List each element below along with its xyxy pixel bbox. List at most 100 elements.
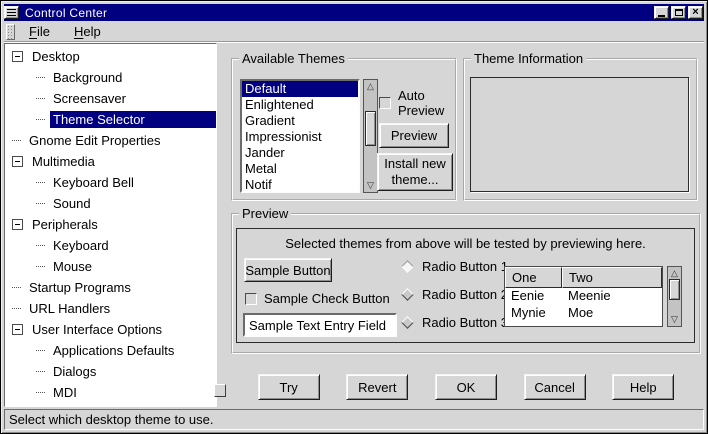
scroll-down-icon[interactable]: ▽	[668, 313, 681, 325]
sidebar-item-label: Peripherals	[29, 216, 101, 233]
sidebar-item-multimedia[interactable]: Multimedia	[5, 151, 216, 172]
tree-connector-icon	[12, 140, 21, 141]
ok-button[interactable]: OK	[435, 374, 497, 400]
close-button[interactable]: ×	[688, 6, 703, 19]
tree-connector-icon	[12, 308, 21, 309]
radio-radio-button-1[interactable]: Radio Button 1	[403, 252, 508, 280]
menu-bar: File Help	[4, 22, 704, 42]
sidebar-item-label: Background	[50, 69, 125, 86]
radio-diamond-icon[interactable]	[401, 260, 414, 273]
column-header-two[interactable]: Two	[562, 267, 662, 288]
checkbox-icon[interactable]	[245, 293, 257, 305]
column-header-one[interactable]: One	[505, 267, 562, 288]
sidebar-item-url-handlers[interactable]: URL Handlers	[5, 298, 216, 319]
table-row[interactable]: EenieMeenie	[505, 288, 662, 305]
auto-preview-checkbox[interactable]: Auto Preview	[379, 88, 457, 118]
window-controls: ×	[654, 6, 703, 19]
sidebar-item-user-interface-options[interactable]: User Interface Options	[5, 319, 216, 340]
theme-item-metal[interactable]: Metal	[242, 161, 358, 177]
status-bar: Select which desktop theme to use.	[4, 409, 704, 430]
sidebar-item-sound[interactable]: Sound	[5, 193, 216, 214]
title-bar[interactable]: Control Center ×	[4, 4, 704, 21]
sidebar-item-background[interactable]: Background	[5, 67, 216, 88]
table-cell: Meenie	[562, 288, 611, 305]
tree-connector-icon	[36, 266, 45, 267]
table-row[interactable]: MynieMoe	[505, 305, 662, 322]
sidebar-item-dialogs[interactable]: Dialogs	[5, 361, 216, 382]
sidebar-item-theme-selector[interactable]: Theme Selector	[5, 109, 216, 130]
sidebar-item-gnome-edit-properties[interactable]: Gnome Edit Properties	[5, 130, 216, 151]
minimize-button[interactable]	[654, 6, 669, 19]
try-button[interactable]: Try	[258, 374, 320, 400]
preview-title: Preview	[239, 206, 291, 221]
auto-preview-label: Auto Preview	[398, 88, 457, 118]
radio-label: Radio Button 2	[422, 287, 508, 302]
theme-information-group: Theme Information	[463, 58, 698, 201]
sample-table-header: OneTwo	[505, 267, 662, 288]
tree-connector-icon	[36, 77, 45, 78]
theme-item-impressionist[interactable]: Impressionist	[242, 129, 358, 145]
cancel-button[interactable]: Cancel	[524, 374, 586, 400]
scroll-up-icon[interactable]: △	[668, 267, 681, 279]
scrollbar-thumb[interactable]	[669, 279, 680, 300]
menu-file[interactable]: File	[23, 22, 56, 41]
toolbar-drag-handle-icon[interactable]	[6, 24, 15, 40]
window-menu-button[interactable]	[4, 6, 19, 19]
expander-icon[interactable]	[12, 51, 23, 62]
preview-button[interactable]: Preview	[379, 123, 449, 148]
theme-item-notif[interactable]: Notif	[242, 177, 358, 193]
sidebar-item-mdi[interactable]: MDI	[5, 382, 216, 403]
sidebar-item-desktop[interactable]: Desktop	[5, 46, 216, 67]
preview-description: Selected themes from above will be teste…	[237, 236, 694, 251]
sidebar-item-keyboard-bell[interactable]: Keyboard Bell	[5, 172, 216, 193]
sidebar-item-peripherals[interactable]: Peripherals	[5, 214, 216, 235]
radio-diamond-icon[interactable]	[401, 316, 414, 329]
sample-button[interactable]: Sample Button	[244, 258, 332, 282]
sidebar-item-label: Mouse	[50, 258, 95, 275]
maximize-icon	[675, 9, 683, 16]
theme-item-default[interactable]: Default	[242, 81, 358, 97]
close-icon: ×	[692, 8, 698, 17]
radio-radio-button-3[interactable]: Radio Button 3	[403, 308, 508, 336]
theme-list-scrollbar[interactable]: △ ▽	[363, 79, 378, 193]
checkbox-icon[interactable]	[379, 97, 391, 109]
sidebar-item-label: Screensaver	[50, 90, 129, 107]
sample-check-button[interactable]: Sample Check Button	[245, 291, 390, 306]
tree-connector-icon	[36, 350, 45, 351]
sidebar-item-mouse[interactable]: Mouse	[5, 256, 216, 277]
scrollbar-thumb[interactable]	[365, 111, 376, 146]
expander-icon[interactable]	[12, 324, 23, 335]
help-button[interactable]: Help	[612, 374, 674, 400]
sample-text-entry[interactable]	[243, 313, 397, 337]
sidebar-tree: Desktop Background Screensaver Theme Select…	[4, 43, 217, 407]
sidebar-item-screensaver[interactable]: Screensaver	[5, 88, 216, 109]
expander-icon[interactable]	[12, 156, 23, 167]
expander-icon[interactable]	[12, 219, 23, 230]
menu-help[interactable]: Help	[68, 22, 107, 41]
minimize-icon	[658, 9, 665, 17]
window-menu-icon	[7, 9, 16, 17]
theme-item-jander[interactable]: Jander	[242, 145, 358, 161]
theme-item-enlightened[interactable]: Enlightened	[242, 97, 358, 113]
revert-button[interactable]: Revert	[346, 374, 408, 400]
scroll-up-icon[interactable]: △	[364, 80, 377, 92]
install-new-theme-button[interactable]: Install new theme...	[377, 153, 453, 191]
theme-list[interactable]: DefaultEnlightenedGradientImpressionistJ…	[240, 79, 360, 193]
sidebar-item-keyboard[interactable]: Keyboard	[5, 235, 216, 256]
tree-connector-icon	[36, 119, 45, 120]
sidebar-item-label: Theme Selector	[50, 111, 216, 128]
sidebar-item-applications-defaults[interactable]: Applications Defaults	[5, 340, 216, 361]
maximize-button[interactable]	[671, 6, 686, 19]
sidebar-item-label: Sound	[50, 195, 94, 212]
radio-diamond-icon[interactable]	[401, 288, 414, 301]
sidebar-item-startup-programs[interactable]: Startup Programs	[5, 277, 216, 298]
right-pane: Available Themes DefaultEnlightenedGradi…	[223, 43, 704, 407]
tree-connector-icon	[36, 203, 45, 204]
radio-radio-button-2[interactable]: Radio Button 2	[403, 280, 508, 308]
sample-table-scrollbar[interactable]: △ ▽	[667, 266, 682, 327]
sample-table[interactable]: OneTwo EenieMeenieMynieMoe	[504, 266, 663, 327]
theme-item-gradient[interactable]: Gradient	[242, 113, 358, 129]
tree-connector-icon	[36, 371, 45, 372]
scroll-down-icon[interactable]: ▽	[364, 179, 377, 191]
window-title: Control Center	[25, 6, 654, 20]
